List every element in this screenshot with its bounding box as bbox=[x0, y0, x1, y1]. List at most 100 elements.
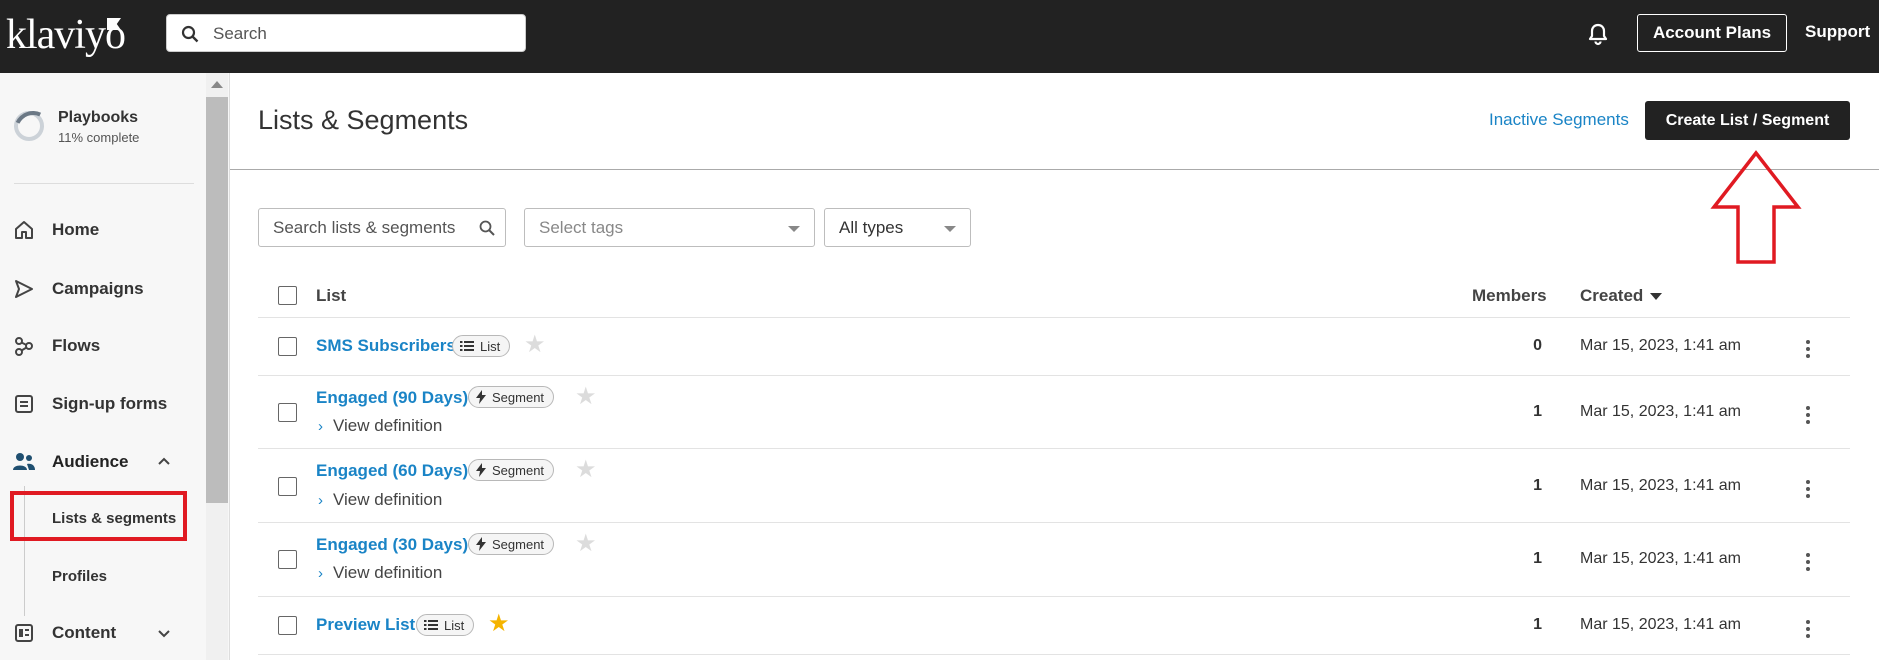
view-definition-label: View definition bbox=[333, 416, 443, 435]
annotation-highlight-box bbox=[10, 491, 187, 541]
search-lists-input[interactable]: Search lists & segments bbox=[258, 208, 506, 247]
users-icon bbox=[12, 450, 36, 474]
row-divider bbox=[258, 596, 1850, 597]
created-date: Mar 15, 2023, 1:41 am bbox=[1580, 550, 1741, 567]
type-filter-value: All types bbox=[839, 218, 904, 237]
member-count: 0 bbox=[1533, 337, 1542, 354]
create-list-segment-button[interactable]: Create List / Segment bbox=[1645, 101, 1850, 140]
created-date: Mar 15, 2023, 1:41 am bbox=[1580, 403, 1741, 420]
star-icon[interactable]: ★ bbox=[575, 458, 597, 482]
list-name-link[interactable]: SMS Subscribers bbox=[316, 336, 456, 356]
row-divider bbox=[258, 654, 1850, 655]
row-divider bbox=[258, 522, 1850, 523]
sort-descending-icon[interactable] bbox=[1650, 293, 1662, 300]
column-header-members[interactable]: Members bbox=[1472, 286, 1547, 306]
list-icon bbox=[424, 619, 438, 631]
row-checkbox[interactable] bbox=[278, 550, 297, 569]
chevron-up-icon[interactable] bbox=[157, 456, 171, 466]
playbooks-progress-ring-icon[interactable] bbox=[14, 111, 44, 141]
created-date: Mar 15, 2023, 1:41 am bbox=[1580, 616, 1741, 633]
search-icon bbox=[479, 220, 495, 236]
list-icon bbox=[460, 340, 474, 352]
sidebar-item-label: Flows bbox=[52, 336, 101, 355]
content-icon bbox=[12, 621, 36, 645]
view-definition-label: View definition bbox=[333, 563, 443, 582]
row-more-options-icon[interactable] bbox=[1806, 340, 1810, 361]
list-name-link[interactable]: Preview List bbox=[316, 615, 415, 635]
annotation-arrow-icon bbox=[1710, 150, 1802, 264]
home-icon bbox=[12, 218, 36, 242]
global-search-input[interactable] bbox=[213, 22, 513, 46]
list-name-link[interactable]: Engaged (30 Days) bbox=[316, 535, 468, 555]
sidebar bbox=[0, 73, 230, 660]
top-bar: klaviyo Account Plans Support bbox=[0, 0, 1879, 73]
sidebar-item-flows[interactable]: Flows bbox=[12, 331, 100, 361]
row-checkbox[interactable] bbox=[278, 337, 297, 356]
star-icon[interactable]: ★ bbox=[575, 385, 597, 409]
row-more-options-icon[interactable] bbox=[1806, 480, 1810, 501]
row-more-options-icon[interactable] bbox=[1806, 406, 1810, 427]
form-icon bbox=[12, 392, 36, 416]
search-lists-placeholder: Search lists & segments bbox=[273, 218, 456, 237]
row-checkbox[interactable] bbox=[278, 403, 297, 422]
star-icon[interactable]: ★ bbox=[575, 532, 597, 556]
account-plans-button[interactable]: Account Plans bbox=[1637, 14, 1787, 52]
type-badge-label: List bbox=[480, 338, 501, 354]
type-badge-label: Segment bbox=[492, 536, 545, 552]
sidebar-item-content[interactable]: Content bbox=[12, 618, 116, 648]
sidebar-item-campaigns[interactable]: Campaigns bbox=[12, 274, 144, 304]
sidebar-item-home[interactable]: Home bbox=[12, 215, 99, 245]
member-count: 1 bbox=[1533, 477, 1542, 494]
type-badge: Segment bbox=[468, 386, 555, 408]
select-tags-dropdown[interactable]: Select tags bbox=[524, 208, 815, 247]
type-badge: List bbox=[452, 335, 511, 357]
flows-icon bbox=[12, 334, 36, 358]
sidebar-divider bbox=[14, 183, 194, 184]
star-icon[interactable]: ★ bbox=[524, 333, 546, 357]
column-header-created[interactable]: Created bbox=[1580, 286, 1643, 306]
notifications-bell-icon[interactable] bbox=[1587, 22, 1609, 46]
scroll-up-arrow-icon[interactable] bbox=[211, 81, 223, 88]
type-badge-label: Segment bbox=[492, 462, 545, 478]
view-definition-label: View definition bbox=[333, 490, 443, 509]
view-definition-toggle[interactable]: › View definition bbox=[318, 416, 442, 436]
playbooks-title[interactable]: Playbooks bbox=[58, 109, 138, 127]
sidebar-item-label: Content bbox=[52, 623, 117, 642]
dropdown-caret-icon bbox=[944, 226, 956, 232]
type-badge-label: List bbox=[444, 617, 465, 633]
sidebar-scrollbar-thumb[interactable] bbox=[206, 97, 228, 503]
member-count: 1 bbox=[1533, 550, 1542, 567]
type-badge: Segment bbox=[468, 459, 555, 481]
playbooks-progress-text: 11% complete bbox=[58, 130, 140, 145]
row-more-options-icon[interactable] bbox=[1806, 620, 1810, 641]
global-search[interactable] bbox=[166, 14, 526, 52]
row-more-options-icon[interactable] bbox=[1806, 553, 1810, 574]
created-date: Mar 15, 2023, 1:41 am bbox=[1580, 337, 1741, 354]
row-checkbox[interactable] bbox=[278, 616, 297, 635]
sidebar-item-profiles[interactable]: Profiles bbox=[52, 568, 107, 585]
row-checkbox[interactable] bbox=[278, 477, 297, 496]
created-date: Mar 15, 2023, 1:41 am bbox=[1580, 477, 1741, 494]
list-name-link[interactable]: Engaged (90 Days) bbox=[316, 388, 468, 408]
star-icon[interactable]: ★ bbox=[488, 612, 510, 636]
row-divider bbox=[258, 375, 1850, 376]
support-link[interactable]: Support bbox=[1805, 22, 1870, 42]
sidebar-item-audience[interactable]: Audience bbox=[12, 447, 129, 477]
lightning-icon bbox=[476, 390, 486, 404]
chevron-right-icon: › bbox=[318, 565, 323, 582]
type-badge-label: Segment bbox=[492, 389, 545, 405]
list-name-link[interactable]: Engaged (60 Days) bbox=[316, 461, 468, 481]
header-divider bbox=[230, 169, 1879, 170]
sidebar-item-label: Sign-up forms bbox=[52, 394, 168, 413]
view-definition-toggle[interactable]: › View definition bbox=[318, 490, 442, 510]
type-badge: Segment bbox=[468, 533, 555, 555]
lightning-icon bbox=[476, 537, 486, 551]
sidebar-item-label: Home bbox=[52, 220, 100, 239]
select-all-checkbox[interactable] bbox=[278, 286, 297, 305]
row-divider bbox=[258, 317, 1850, 318]
sidebar-item-signup-forms[interactable]: Sign-up forms bbox=[12, 389, 167, 419]
type-filter-dropdown[interactable]: All types bbox=[824, 208, 971, 247]
inactive-segments-link[interactable]: Inactive Segments bbox=[1489, 110, 1629, 130]
view-definition-toggle[interactable]: › View definition bbox=[318, 563, 442, 583]
chevron-down-icon[interactable] bbox=[157, 629, 171, 639]
